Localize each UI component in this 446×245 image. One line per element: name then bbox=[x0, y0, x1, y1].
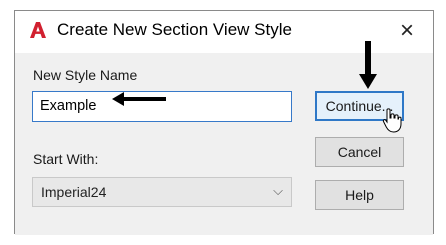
chevron-down-icon: ⌵ bbox=[273, 183, 283, 198]
help-button[interactable]: Help bbox=[315, 180, 404, 210]
start-with-label: Start With: bbox=[33, 151, 99, 167]
left-arrow-annotation bbox=[112, 92, 166, 106]
dialog-title: Create New Section View Style bbox=[57, 20, 292, 39]
autocad-a-icon bbox=[30, 22, 46, 38]
cancel-button[interactable]: Cancel bbox=[315, 137, 404, 167]
start-with-value: Imperial24 bbox=[41, 184, 107, 200]
new-style-name-label: New Style Name bbox=[33, 67, 138, 83]
mouse-cursor-icon bbox=[382, 108, 402, 133]
down-arrow-annotation bbox=[359, 41, 377, 89]
new-style-name-value: Example bbox=[40, 98, 97, 114]
close-button[interactable]: × bbox=[393, 17, 421, 45]
start-with-dropdown[interactable]: Imperial24 ⌵ bbox=[32, 177, 292, 207]
close-icon: × bbox=[399, 17, 414, 44]
